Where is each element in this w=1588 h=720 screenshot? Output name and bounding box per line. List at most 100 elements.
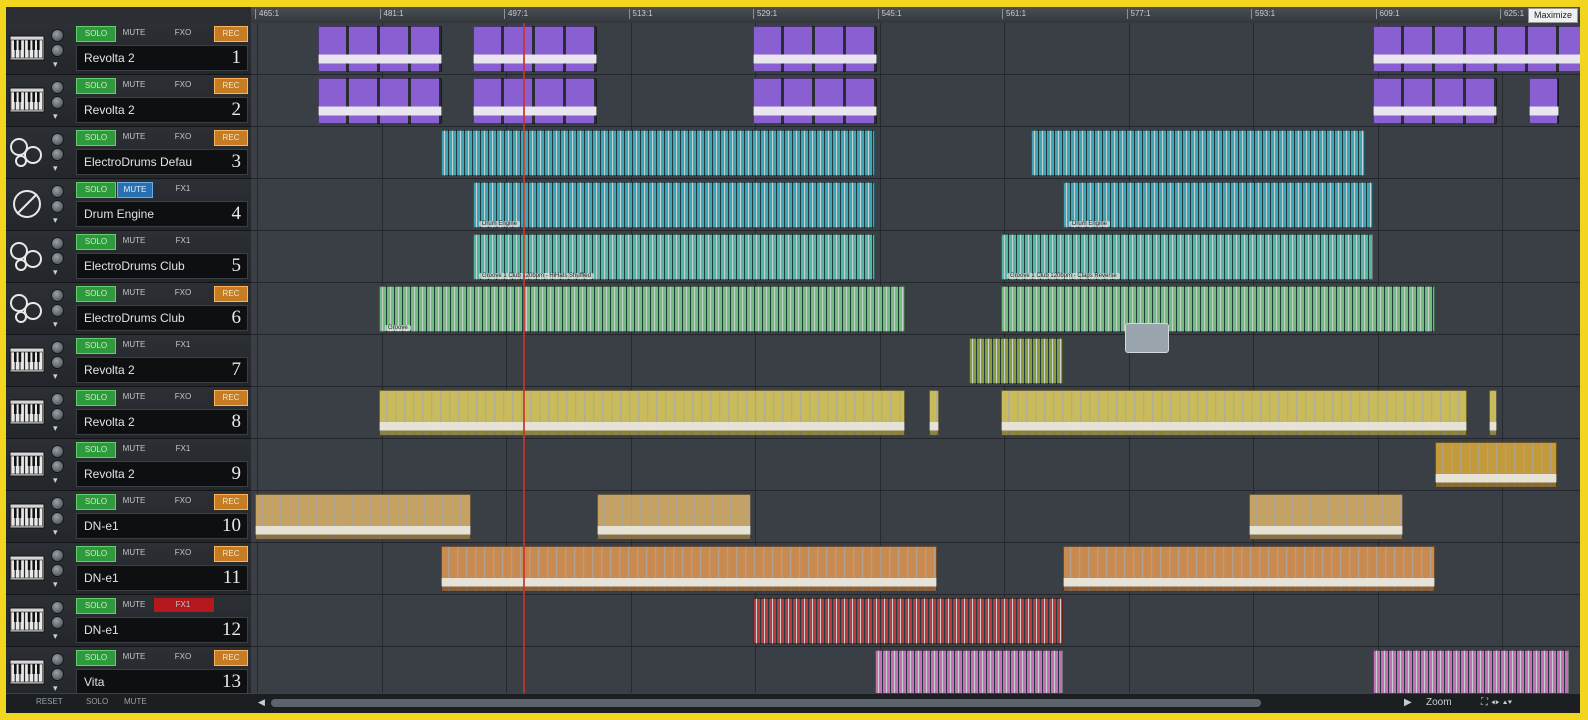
scroll-left-icon[interactable]: ◀ [258, 697, 265, 708]
solo-button[interactable]: SOLO [76, 650, 116, 666]
fx-button[interactable]: FX1 [166, 598, 200, 612]
midi-clip[interactable] [1001, 286, 1435, 332]
pan-knob[interactable] [51, 96, 64, 109]
track-name-field[interactable]: DN-e1 12 [76, 617, 248, 643]
midi-clip[interactable] [1063, 546, 1435, 592]
volume-knob[interactable] [51, 653, 64, 666]
midi-clip[interactable] [753, 78, 877, 124]
fx-button[interactable]: FXO [166, 390, 200, 404]
volume-knob[interactable] [51, 549, 64, 562]
track-lane[interactable] [251, 231, 1580, 283]
record-button[interactable]: REC [214, 650, 248, 666]
track-name-field[interactable]: Revolta 2 1 [76, 45, 248, 71]
expand-arrow-icon[interactable]: ▾ [53, 423, 58, 434]
keyboard-icon[interactable] [9, 500, 45, 532]
zoom-controls-icon[interactable]: ⛶ ◂▸ ▴▾ [1481, 697, 1512, 708]
midi-clip[interactable] [318, 78, 442, 124]
pan-knob[interactable] [51, 200, 64, 213]
pan-knob[interactable] [51, 44, 64, 57]
solo-button[interactable]: SOLO [76, 494, 116, 510]
timeline-ruler[interactable]: 465:1 481:1 497:1 513:1 529:1 545:1 561:1 577:1… [251, 7, 1580, 24]
drum-kit-icon[interactable] [9, 136, 45, 168]
midi-clip[interactable] [473, 26, 597, 72]
midi-clip[interactable] [441, 546, 937, 592]
solo-button[interactable]: SOLO [76, 546, 116, 562]
midi-clip[interactable] [969, 338, 1063, 384]
track-header[interactable]: ▾ SOLO MUTE FXO REC DN-e1 11 [6, 543, 251, 595]
expand-arrow-icon[interactable]: ▾ [53, 111, 58, 122]
track-header[interactable]: ▾ SOLO MUTE FX1 Revolta 2 9 [6, 439, 251, 491]
keyboard-icon[interactable] [9, 32, 45, 64]
track-name-field[interactable]: Vita 13 [76, 669, 248, 695]
fx-button[interactable]: FXO [166, 546, 200, 560]
record-button[interactable]: REC [214, 546, 248, 562]
solo-button[interactable]: SOLO [76, 130, 116, 146]
track-name-field[interactable]: Revolta 2 7 [76, 357, 248, 383]
pan-knob[interactable] [51, 668, 64, 681]
record-button[interactable]: REC [214, 286, 248, 302]
midi-clip[interactable] [929, 390, 939, 436]
midi-clip[interactable] [1489, 390, 1497, 436]
pan-knob[interactable] [51, 408, 64, 421]
arrangement-area[interactable]: Drum Engine Drum Engine Groove 1 Club 120b… [251, 23, 1580, 699]
pan-knob[interactable] [51, 304, 64, 317]
keyboard-icon[interactable] [9, 344, 45, 376]
keyboard-icon[interactable] [9, 84, 45, 116]
expand-arrow-icon[interactable]: ▾ [53, 163, 58, 174]
mute-button[interactable]: MUTE [117, 442, 151, 456]
pan-knob[interactable] [51, 564, 64, 577]
midi-clip[interactable] [875, 650, 1063, 696]
track-name-field[interactable]: Revolta 2 9 [76, 461, 248, 487]
track-name-field[interactable]: DN-e1 10 [76, 513, 248, 539]
pan-knob[interactable] [51, 512, 64, 525]
reset-button[interactable]: RESET [36, 697, 63, 706]
track-lane[interactable] [251, 439, 1580, 491]
track-header[interactable]: ▾ SOLO MUTE FXO REC ElectroDrums Defau 3 [6, 127, 251, 179]
midi-clip[interactable] [255, 494, 471, 540]
mute-button[interactable]: MUTE [117, 286, 151, 300]
mute-button[interactable]: MUTE [117, 390, 151, 404]
solo-button[interactable]: SOLO [76, 390, 116, 406]
volume-knob[interactable] [51, 133, 64, 146]
track-header[interactable]: ▾ SOLO MUTE FXO REC Revolta 2 2 [6, 75, 251, 127]
mute-button[interactable]: MUTE [117, 78, 151, 92]
expand-arrow-icon[interactable]: ▾ [53, 475, 58, 486]
fx-button[interactable]: FX1 [166, 234, 200, 248]
volume-knob[interactable] [51, 393, 64, 406]
midi-clip[interactable]: Groove 1 Club 120bpm - HiHats Shuffled [473, 234, 875, 280]
track-name-field[interactable]: DN-e1 11 [76, 565, 248, 591]
track-lane[interactable] [251, 335, 1580, 387]
volume-knob[interactable] [51, 341, 64, 354]
solo-button[interactable]: SOLO [76, 442, 116, 458]
record-button[interactable]: REC [214, 78, 248, 94]
mute-button[interactable]: MUTE [117, 182, 153, 198]
track-header[interactable]: ▾ SOLO MUTE FX1 ElectroDrums Club 5 [6, 231, 251, 283]
keyboard-icon[interactable] [9, 448, 45, 480]
pan-knob[interactable] [51, 356, 64, 369]
track-name-field[interactable]: Revolta 2 2 [76, 97, 248, 123]
track-header[interactable]: ▾ SOLO MUTE FXO REC Revolta 2 8 [6, 387, 251, 439]
solo-button[interactable]: SOLO [76, 598, 116, 614]
drag-handle-box[interactable] [1125, 323, 1169, 353]
track-name-field[interactable]: ElectroDrums Defau 3 [76, 149, 248, 175]
midi-clip[interactable] [1435, 442, 1557, 488]
mute-button[interactable]: MUTE [117, 598, 151, 612]
record-button[interactable]: REC [214, 390, 248, 406]
pan-knob[interactable] [51, 252, 64, 265]
keyboard-icon[interactable] [9, 552, 45, 584]
midi-clip[interactable]: Groove [379, 286, 905, 332]
midi-clip[interactable] [441, 130, 875, 176]
track-header[interactable]: ▾ SOLO MUTE FXO REC Vita 13 [6, 647, 251, 699]
midi-clip[interactable] [1001, 390, 1467, 436]
fx-button[interactable]: FXO [166, 494, 200, 508]
midi-clip[interactable] [597, 494, 751, 540]
track-name-field[interactable]: Drum Engine 4 [76, 201, 248, 227]
zoom-dropdown[interactable]: Zoom [1426, 697, 1452, 708]
fx-button[interactable]: FX1 [166, 182, 200, 196]
track-header[interactable]: ▾ SOLO MUTE FX1 DN-e1 12 [6, 595, 251, 647]
track-header[interactable]: ▾ SOLO MUTE FX1 Revolta 2 7 [6, 335, 251, 387]
midi-clip[interactable] [1529, 78, 1559, 124]
expand-arrow-icon[interactable]: ▾ [53, 215, 58, 226]
expand-arrow-icon[interactable]: ▾ [53, 267, 58, 278]
solo-button[interactable]: SOLO [76, 182, 116, 198]
